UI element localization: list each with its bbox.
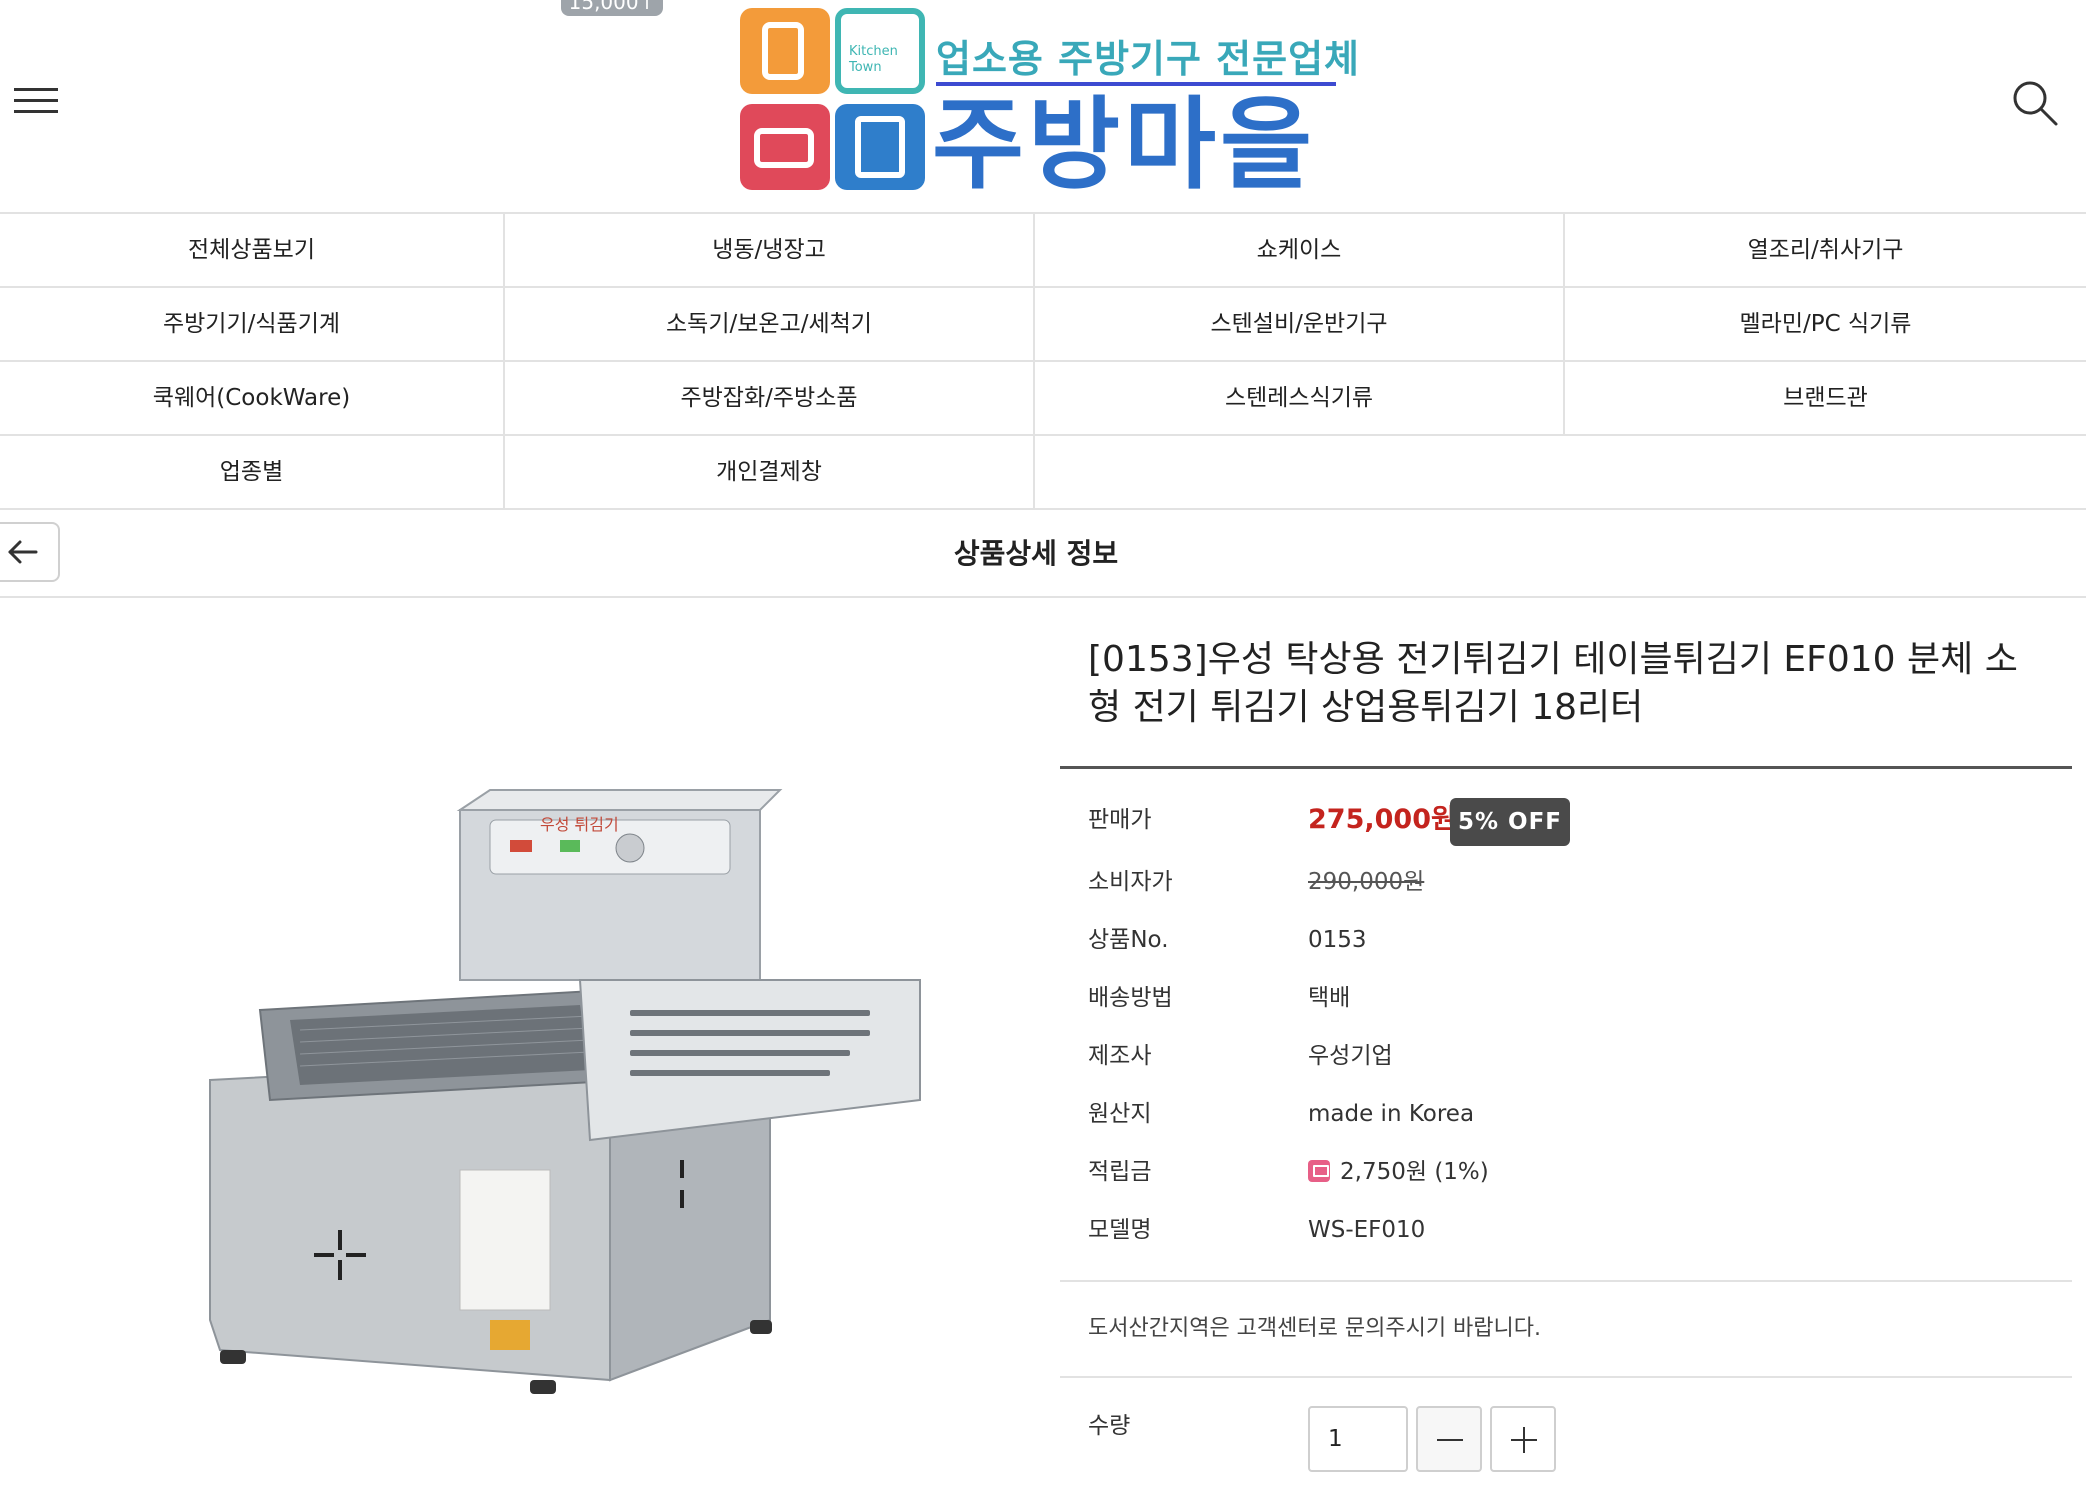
quantity-label: 수량 [1088, 1413, 1131, 1439]
logo-brand-name: 주방마을 [932, 86, 1316, 203]
category-personal-payment[interactable]: 개인결제창 [505, 436, 1035, 508]
info-label: 소비자가 [1088, 869, 1173, 895]
category-refrigerator[interactable]: 냉동/냉장고 [505, 214, 1035, 286]
category-empty-cell [1035, 436, 1565, 508]
product-image-label: 우성 튀김기 [540, 815, 619, 834]
category-nav: 전체상품보기 냉동/냉장고 쇼케이스 열조리/취사기구 주방기기/식품기계 소독… [0, 212, 2086, 510]
info-label: 원산지 [1088, 1101, 1152, 1127]
category-row: 주방기기/식품기계 소독기/보온고/세척기 스텐설비/운반기구 멜라민/PC 식… [0, 288, 2086, 362]
logo-oven-icon [835, 104, 925, 190]
quantity-input[interactable] [1308, 1406, 1408, 1472]
site-logo[interactable]: Kitchen Town 업소용 주방기구 전문업체 주방마을 [736, 6, 1359, 203]
category-stainless-equipment[interactable]: 스텐설비/운반기구 [1035, 288, 1565, 360]
logo-fridge-icon [740, 8, 830, 94]
page-title: 상품상세 정보 [953, 537, 1119, 570]
points-value: 2,750원 (1%) [1340, 1159, 1489, 1185]
shipping-method: 택배 [1308, 985, 1351, 1011]
info-label: 배송방법 [1088, 985, 1173, 1011]
info-label: 상품No. [1088, 927, 1169, 953]
category-cooking[interactable]: 열조리/취사기구 [1565, 214, 2086, 286]
logo-kitchen-box: Kitchen Town [835, 8, 925, 94]
product-image[interactable]: 우성 튀김기 [190, 780, 950, 1440]
minus-icon [1437, 1439, 1463, 1441]
points-icon [1308, 1159, 1330, 1182]
page-header-bar: 상품상세 정보 [0, 510, 2086, 598]
logo-microwave-icon [740, 104, 830, 190]
sale-price: 275,000원 [1308, 804, 1456, 835]
product-title: [0153]우성 탁상용 전기튀김기 테이블튀김기 EF010 분체 소형 전기… [1088, 639, 2018, 728]
category-kitchen-goods[interactable]: 주방잡화/주방소품 [505, 362, 1035, 434]
manufacturer: 우성기업 [1308, 1043, 1393, 1069]
discount-badge: 5% OFF [1450, 798, 1570, 846]
info-row-consumer-price: 소비자가 290,000원 [1088, 862, 2048, 902]
info-row-points: 적립금 2,750원 (1%) [1088, 1152, 2048, 1192]
model-name: WS-EF010 [1308, 1217, 1426, 1243]
site-header: 15,000↑ Kitchen Town 업소용 주방기구 전문업체 주방마을 [0, 0, 2086, 212]
category-showcase[interactable]: 쇼케이스 [1035, 214, 1565, 286]
category-melamine[interactable]: 멜라민/PC 식기류 [1565, 288, 2086, 360]
category-kitchen-machines[interactable]: 주방기기/식품기계 [0, 288, 505, 360]
category-row: 업종별 개인결제창 [0, 436, 2086, 510]
shipping-notice: 도서산간지역은 고객센터로 문의주시기 바랍니다. [1088, 1316, 1542, 1341]
title-divider [1060, 766, 2072, 769]
product-number: 0153 [1308, 927, 1367, 953]
top-badge: 15,000↑ [561, 0, 663, 16]
info-label: 제조사 [1088, 1043, 1152, 1069]
category-row: 쿡웨어(CookWare) 주방잡화/주방소품 스텐레스식기류 브랜드관 [0, 362, 2086, 436]
origin: made in Korea [1308, 1101, 1475, 1127]
category-brands[interactable]: 브랜드관 [1565, 362, 2086, 434]
info-label: 판매가 [1088, 807, 1152, 833]
info-divider [1060, 1280, 2072, 1282]
category-all-products[interactable]: 전체상품보기 [0, 214, 505, 286]
category-empty-cell [1565, 436, 2086, 508]
category-sterilizer[interactable]: 소독기/보온고/세척기 [505, 288, 1035, 360]
category-cookware[interactable]: 쿡웨어(CookWare) [0, 362, 505, 434]
hamburger-menu-icon[interactable] [12, 84, 60, 118]
logo-tagline: 업소용 주방기구 전문업체 [936, 37, 1361, 81]
consumer-price: 290,000원 [1308, 869, 1425, 895]
category-stainless-tableware[interactable]: 스텐레스식기류 [1035, 362, 1565, 434]
info-row-shipping: 배송방법 택배 [1088, 978, 2048, 1018]
search-icon[interactable] [2010, 78, 2062, 130]
info-row-product-no: 상품No. 0153 [1088, 920, 2048, 960]
info-row-origin: 원산지 made in Korea [1088, 1094, 2048, 1134]
notice-divider [1060, 1376, 2072, 1378]
info-row-model: 모델명 WS-EF010 [1088, 1210, 2048, 1250]
quantity-increase-button[interactable] [1490, 1406, 1556, 1472]
category-by-business[interactable]: 업종별 [0, 436, 505, 508]
quantity-decrease-button[interactable] [1416, 1406, 1482, 1472]
category-row: 전체상품보기 냉동/냉장고 쇼케이스 열조리/취사기구 [0, 214, 2086, 288]
info-label: 모델명 [1088, 1217, 1152, 1243]
info-row-manufacturer: 제조사 우성기업 [1088, 1036, 2048, 1076]
points-value-wrap: 2,750원 (1%) [1308, 1152, 1489, 1192]
info-label: 적립금 [1088, 1159, 1152, 1185]
